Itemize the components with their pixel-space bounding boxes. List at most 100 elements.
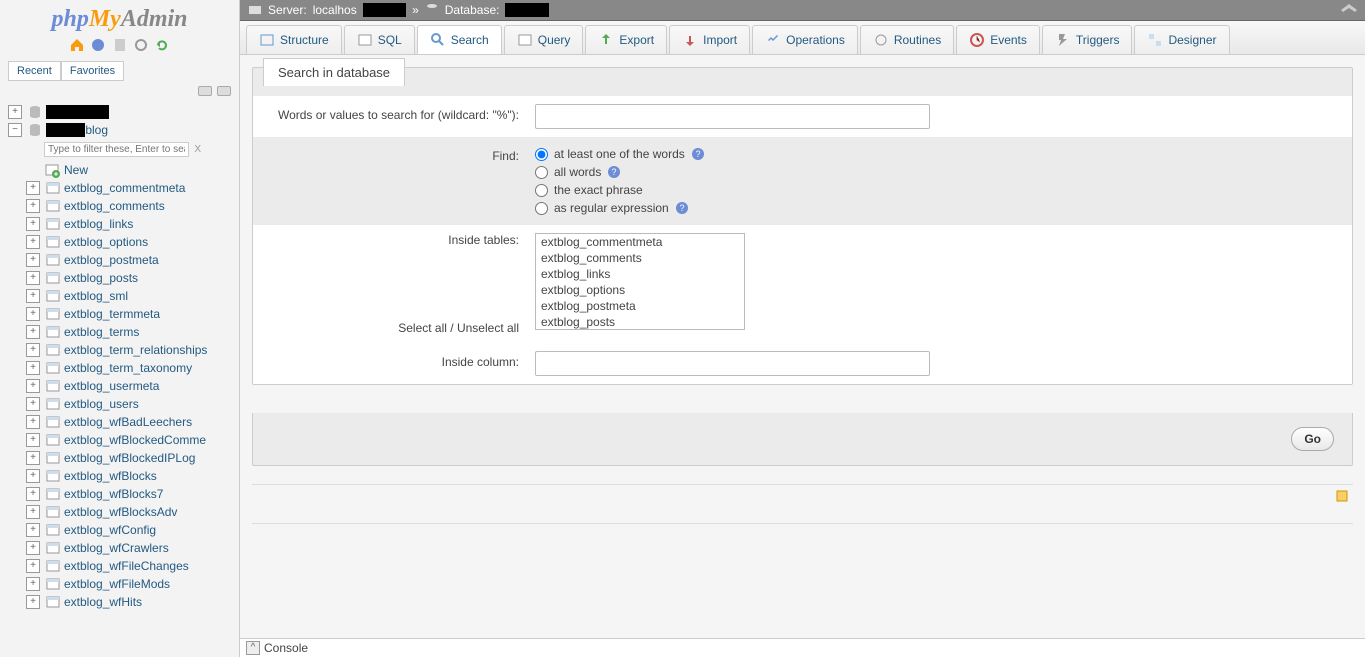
browse-icon[interactable] xyxy=(45,306,61,322)
browse-icon[interactable] xyxy=(45,234,61,250)
sidebar-table-item[interactable]: + extblog_wfFileMods xyxy=(24,575,239,593)
sidebar-table-item[interactable]: +extblog_termmeta xyxy=(24,305,239,323)
expand-icon[interactable]: + xyxy=(26,595,40,609)
browse-icon[interactable] xyxy=(45,450,61,466)
sidebar-table-item[interactable]: + extblog_usermeta xyxy=(24,377,239,395)
go-button[interactable]: Go xyxy=(1291,427,1334,451)
inside-column-input[interactable] xyxy=(535,351,930,376)
table-name[interactable]: extblog_usermeta xyxy=(64,379,159,393)
collapse-nav-icon[interactable] xyxy=(198,86,212,96)
expand-icon[interactable]: + xyxy=(26,577,40,591)
table-name[interactable]: extblog_wfCrawlers xyxy=(64,541,169,555)
table-name[interactable]: extblog_commentmeta xyxy=(64,181,185,195)
expand-icon[interactable]: + xyxy=(26,451,40,465)
sidebar-table-item[interactable]: +extblog_term_relationships xyxy=(24,341,239,359)
table-option[interactable]: extblog_postmeta xyxy=(536,298,744,314)
table-name[interactable]: extblog_term_relationships xyxy=(64,343,207,357)
expand-icon[interactable]: + xyxy=(26,415,40,429)
home-icon[interactable] xyxy=(69,37,85,53)
sidebar-table-item[interactable]: +extblog_wfBlockedIPLog xyxy=(24,449,239,467)
browse-icon[interactable] xyxy=(45,216,61,232)
table-name[interactable]: extblog_terms xyxy=(64,325,139,339)
tab-designer[interactable]: Designer xyxy=(1134,25,1229,54)
expand-icon[interactable]: + xyxy=(26,487,40,501)
table-name[interactable]: extblog_users xyxy=(64,397,139,411)
table-name[interactable]: extblog_wfBlockedComme xyxy=(64,433,206,447)
sidebar-table-item[interactable]: +extblog_term_taxonomy xyxy=(24,359,239,377)
expand-icon[interactable]: + xyxy=(26,397,40,411)
help-icon[interactable]: ? xyxy=(691,147,705,161)
bookmark-icon[interactable] xyxy=(1335,489,1349,506)
sidebar-table-item[interactable]: + extblog_wfCrawlers xyxy=(24,539,239,557)
expand-icon[interactable]: + xyxy=(26,235,40,249)
table-name[interactable]: extblog_wfFileMods xyxy=(64,577,170,591)
expand-icon[interactable]: + xyxy=(26,541,40,555)
browse-icon[interactable] xyxy=(45,486,61,502)
tab-sql[interactable]: SQL xyxy=(344,25,415,54)
table-name[interactable]: extblog_wfFileChanges xyxy=(64,559,189,573)
tab-structure[interactable]: Structure xyxy=(246,25,342,54)
browse-icon[interactable] xyxy=(45,576,61,592)
expand-icon[interactable]: + xyxy=(26,271,40,285)
table-name[interactable]: extblog_wfConfig xyxy=(64,523,156,537)
browse-icon[interactable] xyxy=(45,540,61,556)
browse-icon[interactable] xyxy=(45,198,61,214)
browse-icon[interactable] xyxy=(45,270,61,286)
expand-icon[interactable]: + xyxy=(8,105,22,119)
table-name[interactable]: extblog_term_taxonomy xyxy=(64,361,192,375)
browse-icon[interactable] xyxy=(45,252,61,268)
docs-icon[interactable] xyxy=(112,37,128,53)
db-name-suffix[interactable]: blog xyxy=(85,123,108,137)
expand-icon[interactable]: + xyxy=(26,379,40,393)
radio-exact-phrase[interactable] xyxy=(535,184,548,197)
tab-query[interactable]: Query xyxy=(504,25,584,54)
console-expand-icon[interactable]: ^ xyxy=(246,641,260,655)
table-option[interactable]: extblog_links xyxy=(536,266,744,282)
table-option[interactable]: extblog_commentmeta xyxy=(536,234,744,250)
expand-icon[interactable]: + xyxy=(26,325,40,339)
tab-operations[interactable]: Operations xyxy=(752,25,858,54)
table-name[interactable]: extblog_comments xyxy=(64,199,165,213)
expand-icon[interactable]: + xyxy=(26,469,40,483)
table-name[interactable]: extblog_options xyxy=(64,235,148,249)
sidebar-table-item[interactable]: + extblog_wfFileChanges xyxy=(24,557,239,575)
collapse-breadcrumb-icon[interactable] xyxy=(1339,2,1359,14)
sidebar-table-item[interactable]: +extblog_wfBlocksAdv xyxy=(24,503,239,521)
table-name[interactable]: extblog_wfBlocks7 xyxy=(64,487,163,501)
sidebar-table-item[interactable]: + extblog_sml xyxy=(24,287,239,305)
tab-events[interactable]: Events xyxy=(956,25,1040,54)
sidebar-table-item[interactable]: + extblog_users xyxy=(24,395,239,413)
radio-regex[interactable] xyxy=(535,202,548,215)
settings-icon[interactable] xyxy=(133,37,149,53)
new-table-link[interactable]: New xyxy=(24,161,239,179)
expand-icon[interactable]: + xyxy=(26,559,40,573)
recent-tab[interactable]: Recent xyxy=(8,61,61,81)
browse-icon[interactable] xyxy=(45,594,61,610)
inside-tables-select[interactable]: extblog_commentmetaextblog_commentsextbl… xyxy=(535,233,745,330)
clear-filter-icon[interactable]: X xyxy=(194,144,201,155)
help-icon[interactable]: ? xyxy=(607,165,621,179)
table-name[interactable]: extblog_sml xyxy=(64,289,128,303)
expand-icon[interactable]: + xyxy=(26,289,40,303)
browse-icon[interactable] xyxy=(45,522,61,538)
table-name[interactable]: extblog_wfHits xyxy=(64,595,142,609)
table-name[interactable]: extblog_wfBlocksAdv xyxy=(64,505,177,519)
radio-all-words[interactable] xyxy=(535,166,548,179)
browse-icon[interactable] xyxy=(45,288,61,304)
collapse-icon[interactable]: − xyxy=(8,123,22,137)
sidebar-table-item[interactable]: +extblog_postmeta xyxy=(24,251,239,269)
sidebar-table-item[interactable]: +extblog_comments xyxy=(24,197,239,215)
expand-icon[interactable]: + xyxy=(26,307,40,321)
browse-icon[interactable] xyxy=(45,414,61,430)
breadcrumb-db-redacted[interactable] xyxy=(505,3,548,17)
table-option[interactable]: extblog_posts xyxy=(536,314,744,330)
sidebar-table-item[interactable]: +extblog_wfConfig xyxy=(24,521,239,539)
link-nav-icon[interactable] xyxy=(217,86,231,96)
db-name-redacted[interactable] xyxy=(46,123,85,137)
select-all-link[interactable]: Select all xyxy=(398,321,447,335)
favorites-tab[interactable]: Favorites xyxy=(61,61,124,81)
table-name[interactable]: extblog_posts xyxy=(64,271,138,285)
browse-icon[interactable] xyxy=(45,504,61,520)
table-option[interactable]: extblog_comments xyxy=(536,250,744,266)
browse-icon[interactable] xyxy=(45,342,61,358)
